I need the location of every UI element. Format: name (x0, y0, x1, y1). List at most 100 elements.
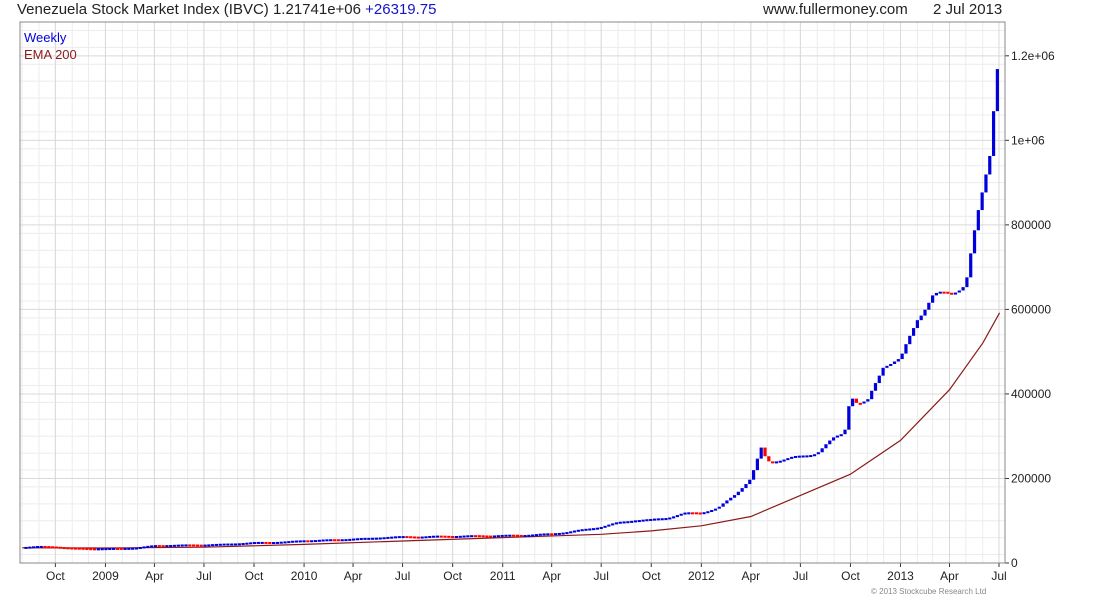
y-tick-label: 800000 (1011, 218, 1051, 232)
weekly-bar (732, 495, 737, 498)
weekly-bar (77, 547, 81, 550)
weekly-bar (649, 518, 653, 521)
weekly-bar (778, 460, 782, 463)
weekly-bar (275, 541, 280, 544)
weekly-bar (85, 547, 89, 550)
weekly-bar (706, 511, 710, 514)
x-tick-label: Apr (940, 569, 959, 583)
weekly-bar (260, 541, 264, 544)
weekly-bar (439, 535, 443, 538)
weekly-bar (462, 535, 466, 538)
weekly-bar (915, 320, 919, 329)
weekly-bar (668, 517, 672, 520)
legend-weekly: Weekly (24, 30, 67, 45)
weekly-bar (835, 435, 839, 438)
weekly-bar (919, 315, 923, 321)
weekly-bar (477, 535, 481, 538)
weekly-bar (119, 547, 123, 550)
weekly-bar (679, 513, 683, 516)
weekly-bar (294, 540, 299, 543)
weekly-bar (584, 528, 588, 531)
weekly-bar (142, 546, 146, 549)
weekly-bar (805, 455, 809, 458)
weekly-bar (531, 534, 535, 537)
weekly-bar (969, 253, 973, 278)
weekly-bar (317, 539, 321, 542)
weekly-bar (230, 543, 234, 546)
weekly-bar (359, 538, 363, 541)
weekly-bar (54, 546, 59, 549)
weekly-bar (298, 540, 302, 543)
weekly-bar (786, 458, 790, 461)
weekly-bar (572, 530, 577, 533)
weekly-bar (923, 309, 927, 316)
weekly-bar (180, 544, 184, 547)
weekly-bar (854, 398, 859, 403)
weekly-bar (858, 402, 862, 405)
weekly-bar (191, 544, 196, 547)
weekly-bar (877, 375, 881, 384)
x-tick-label: Oct (46, 569, 65, 583)
weekly-bar (851, 398, 855, 407)
weekly-bar (515, 534, 519, 537)
x-tick-label: 2013 (887, 569, 914, 583)
legend-ema-200: EMA 200 (24, 47, 77, 62)
weekly-bar (150, 545, 154, 548)
weekly-bar (717, 506, 721, 509)
weekly-bar (870, 390, 874, 400)
weekly-bar (831, 437, 836, 441)
weekly-bar (519, 534, 523, 537)
weekly-bar (283, 541, 287, 544)
weekly-bar (816, 452, 820, 455)
weekly-bar (755, 458, 759, 471)
weekly-bar (252, 542, 257, 545)
weekly-bar (203, 544, 207, 547)
weekly-bar (725, 500, 729, 504)
weekly-bar (409, 536, 413, 539)
x-tick-label: Jul (991, 569, 1006, 583)
weekly-bar (961, 287, 965, 291)
weekly-bar (336, 539, 340, 542)
weekly-bar (371, 537, 375, 540)
weekly-bar (382, 537, 386, 540)
weekly-bar (340, 539, 344, 542)
weekly-bar (546, 533, 550, 536)
weekly-bar (302, 540, 306, 543)
weekly-bar (195, 544, 200, 547)
weekly-bar (447, 535, 451, 538)
weekly-bar (576, 529, 580, 532)
weekly-bar (172, 544, 177, 547)
weekly-bar (744, 484, 748, 489)
weekly-bar (161, 545, 165, 548)
weekly-bar (710, 510, 714, 513)
weekly-bar (287, 541, 291, 544)
weekly-bar (721, 503, 725, 507)
weekly-bar (736, 491, 740, 496)
weekly-bar (279, 541, 283, 544)
weekly-bar (824, 444, 828, 449)
weekly-bar (748, 479, 752, 485)
weekly-bar (134, 547, 139, 550)
weekly-bar (694, 512, 699, 515)
weekly-bar (412, 536, 417, 539)
weekly-bar (713, 508, 718, 511)
weekly-bar (972, 230, 977, 254)
weekly-bar (32, 546, 36, 549)
x-tick-label: Oct (245, 569, 264, 583)
weekly-bar (652, 518, 657, 521)
weekly-bar (660, 518, 664, 521)
weekly-bar (843, 429, 847, 435)
y-tick-label: 400000 (1011, 387, 1051, 401)
weekly-bar (176, 544, 180, 547)
weekly-bar (599, 527, 603, 530)
weekly-bar (89, 548, 93, 551)
weekly-bar (946, 291, 950, 294)
weekly-bar (169, 544, 173, 547)
weekly-bar (953, 292, 958, 295)
weekly-bar (645, 519, 649, 522)
y-tick-label: 600000 (1011, 302, 1051, 316)
weekly-bar (995, 69, 999, 112)
weekly-bar (900, 353, 904, 360)
weekly-bar (938, 291, 942, 294)
weekly-bar (675, 515, 679, 518)
